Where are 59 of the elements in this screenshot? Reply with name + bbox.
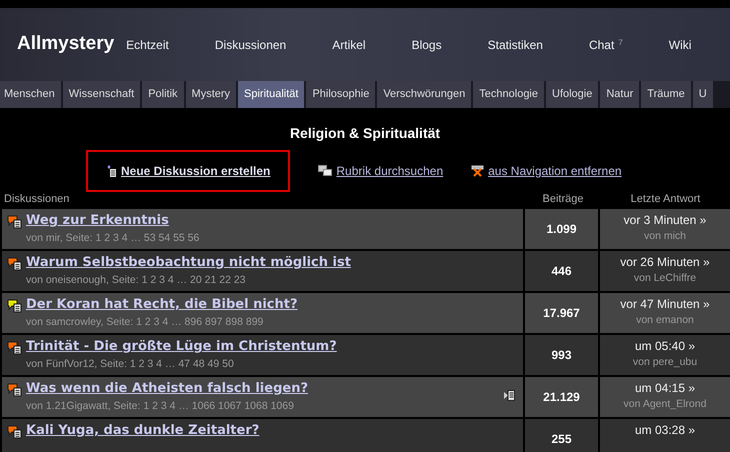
close-icon (471, 165, 484, 177)
category-tab[interactable]: Technologie (473, 81, 544, 108)
nav-link[interactable]: Blogs (412, 36, 442, 54)
category-tab[interactable]: Träume (641, 81, 691, 108)
last-reply-link[interactable]: vor 3 Minuten » (624, 211, 706, 229)
category-tab[interactable]: U (692, 81, 713, 108)
last-reply-link[interactable]: um 03:28 » (634, 421, 696, 439)
topic-link[interactable]: Weg zur Erkenntnis (26, 212, 200, 230)
posts-cell: 21.129 (525, 377, 598, 417)
speech-bubbles-icon (318, 165, 332, 177)
last-reply-link[interactable]: um 04:15 » (634, 379, 696, 397)
topic-meta: von samcrowley, Seite: 1 2 3 4 … 896 897 898 899 (26, 315, 264, 330)
action-link[interactable]: Rubrik durchsuchen (336, 162, 444, 180)
column-header: Beiträge (542, 192, 584, 206)
topic-link[interactable]: Der Koran hat Recht, die Bibel nicht? (26, 296, 298, 314)
chat-count: 7 (618, 38, 623, 46)
posts-cell: 993 (525, 335, 598, 375)
last-reply-link[interactable]: vor 47 Minuten » (620, 295, 710, 313)
topic-link[interactable]: Trinität - Die größte Lüge im Christentum? (26, 338, 337, 356)
new-document-icon (106, 165, 117, 177)
nav-link[interactable]: Statistiken (488, 36, 543, 54)
category-tab[interactable]: Mystery (186, 81, 236, 108)
category-tab[interactable]: Philosophie (306, 81, 376, 108)
site-logo[interactable]: Allmystery (17, 30, 114, 59)
nav-link[interactable]: Wiki (668, 36, 692, 54)
category-tab[interactable]: Natur (600, 81, 640, 108)
topic-meta: von oneisenough, Seite: 1 2 3 4 … 20 21 22 23 (26, 273, 247, 288)
nav-link[interactable]: Echtzeit (126, 36, 169, 54)
topic-meta: von mir, Seite: 1 2 3 4 … 53 54 55 56 (26, 231, 200, 246)
category-tab[interactable]: Ufologie (546, 81, 598, 108)
posts-cell: 17.967 (525, 293, 598, 333)
last-reply-link[interactable]: vor 26 Minuten » (620, 253, 710, 271)
nav-link[interactable]: Diskussionen (214, 36, 286, 54)
action-link[interactable]: Neue Diskussion erstellen (121, 162, 270, 180)
last-reply-author: von LeChiffre (634, 271, 696, 286)
last-reply-author: von mich (644, 229, 686, 244)
nav-link[interactable]: Chat $^{7}$ (588, 36, 623, 54)
page-title: Religion & Spiritualität (288, 124, 442, 143)
category-tab[interactable]: Wissenschaft (62, 81, 140, 108)
posts-cell: 255 (525, 419, 598, 452)
last-reply-link[interactable]: um 05:40 » (634, 337, 696, 355)
column-header: Diskussionen (3, 192, 70, 206)
last-reply-author: von pere_ubu (632, 355, 698, 370)
posts-cell: 1.099 (525, 209, 598, 249)
topic-link[interactable]: Warum Selbstbeobachtung nicht möglich ist (26, 254, 351, 272)
action-link[interactable]: aus Navigation entfernen (488, 162, 622, 180)
last-reply-author: von Agent_Elrond (624, 397, 706, 412)
topic-meta: von FünfVor12, Seite: 1 2 3 4 … 47 48 49 50 (26, 357, 235, 372)
column-header: Letzte Antwort (630, 192, 702, 206)
category-tab[interactable]: Politik (142, 81, 184, 108)
posts-cell: 446 (525, 251, 598, 291)
topic-link[interactable]: Was wenn die Atheisten falsch liegen? (26, 380, 308, 398)
last-reply-author: von emanon (636, 313, 694, 328)
topic-meta: von 1.21Gigawatt, Seite: 1 2 3 4 … 1066 1067 1068 1069 (26, 399, 295, 414)
category-tab[interactable]: Spiritualität (238, 81, 304, 108)
topic-link[interactable]: Kali Yuga, das dunkle Zeitalter? (26, 422, 260, 440)
nav-link[interactable]: Artikel (332, 36, 366, 54)
category-tab[interactable]: Menschen (0, 81, 61, 108)
category-tab[interactable]: Verschwörungen (377, 81, 472, 108)
